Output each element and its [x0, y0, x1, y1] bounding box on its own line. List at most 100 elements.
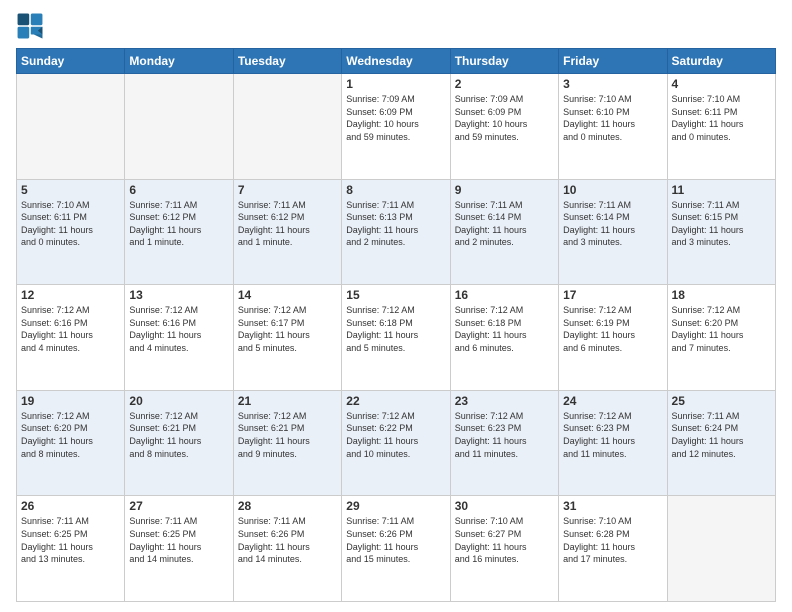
day-number: 27 — [129, 499, 228, 513]
day-number: 14 — [238, 288, 337, 302]
day-number: 25 — [672, 394, 771, 408]
weekday-header-tuesday: Tuesday — [233, 49, 341, 74]
day-number: 21 — [238, 394, 337, 408]
day-info: Sunrise: 7:12 AMSunset: 6:21 PMDaylight:… — [238, 410, 337, 460]
day-number: 28 — [238, 499, 337, 513]
day-number: 17 — [563, 288, 662, 302]
day-number: 12 — [21, 288, 120, 302]
weekday-header-saturday: Saturday — [667, 49, 775, 74]
calendar-cell: 27Sunrise: 7:11 AMSunset: 6:25 PMDayligh… — [125, 496, 233, 602]
day-info: Sunrise: 7:11 AMSunset: 6:14 PMDaylight:… — [455, 199, 554, 249]
day-number: 29 — [346, 499, 445, 513]
calendar-table: SundayMondayTuesdayWednesdayThursdayFrid… — [16, 48, 776, 602]
weekday-header-friday: Friday — [559, 49, 667, 74]
calendar-cell: 8Sunrise: 7:11 AMSunset: 6:13 PMDaylight… — [342, 179, 450, 285]
day-number: 4 — [672, 77, 771, 91]
day-info: Sunrise: 7:12 AMSunset: 6:22 PMDaylight:… — [346, 410, 445, 460]
weekday-header-sunday: Sunday — [17, 49, 125, 74]
calendar-cell: 3 Sunrise: 7:10 AMSunset: 6:10 PMDaylight… — [559, 74, 667, 180]
calendar-cell: 17 Sunrise: 7:12 AMSunset: 6:19 PMDayligh… — [559, 285, 667, 391]
weekday-header-row: SundayMondayTuesdayWednesdayThursdayFrid… — [17, 49, 776, 74]
day-number: 13 — [129, 288, 228, 302]
day-info: Sunrise: 7:12 AMSunset: 6:20 PMDaylight:… — [672, 304, 771, 354]
calendar-row-1: 5 Sunrise: 7:10 AMSunset: 6:11 PMDaylight… — [17, 179, 776, 285]
weekday-header-thursday: Thursday — [450, 49, 558, 74]
calendar-cell: 29 Sunrise: 7:11 AMSunset: 6:26 PMDayligh… — [342, 496, 450, 602]
calendar-cell: 10 Sunrise: 7:11 AMSunset: 6:14 PMDayligh… — [559, 179, 667, 285]
calendar-cell — [125, 74, 233, 180]
calendar-cell: 25 Sunrise: 7:11 AMSunset: 6:24 PMDayligh… — [667, 390, 775, 496]
calendar-row-3: 19Sunrise: 7:12 AMSunset: 6:20 PMDayligh… — [17, 390, 776, 496]
day-number: 22 — [346, 394, 445, 408]
day-info: Sunrise: 7:12 AMSunset: 6:17 PMDaylight:… — [238, 304, 337, 354]
day-number: 6 — [129, 183, 228, 197]
day-info: Sunrise: 7:11 AMSunset: 6:15 PMDaylight:… — [672, 199, 771, 249]
calendar-cell: 31 Sunrise: 7:10 AMSunset: 6:28 PMDayligh… — [559, 496, 667, 602]
day-info: Sunrise: 7:11 AMSunset: 6:12 PMDaylight:… — [129, 199, 228, 249]
day-number: 23 — [455, 394, 554, 408]
calendar-cell: 6 Sunrise: 7:11 AMSunset: 6:12 PMDaylight… — [125, 179, 233, 285]
calendar-cell: 22 Sunrise: 7:12 AMSunset: 6:22 PMDayligh… — [342, 390, 450, 496]
calendar-cell — [233, 74, 341, 180]
calendar-cell: 16Sunrise: 7:12 AMSunset: 6:18 PMDayligh… — [450, 285, 558, 391]
day-info: Sunrise: 7:11 AMSunset: 6:12 PMDaylight:… — [238, 199, 337, 249]
day-number: 18 — [672, 288, 771, 302]
day-info: Sunrise: 7:11 AMSunset: 6:14 PMDaylight:… — [563, 199, 662, 249]
calendar-cell — [17, 74, 125, 180]
day-info: Sunrise: 7:11 AMSunset: 6:24 PMDaylight:… — [672, 410, 771, 460]
day-info: Sunrise: 7:12 AMSunset: 6:18 PMDaylight:… — [346, 304, 445, 354]
calendar-cell: 1Sunrise: 7:09 AMSunset: 6:09 PMDaylight… — [342, 74, 450, 180]
day-number: 11 — [672, 183, 771, 197]
weekday-header-monday: Monday — [125, 49, 233, 74]
page: SundayMondayTuesdayWednesdayThursdayFrid… — [0, 0, 792, 612]
day-number: 3 — [563, 77, 662, 91]
day-info: Sunrise: 7:10 AMSunset: 6:28 PMDaylight:… — [563, 515, 662, 565]
day-info: Sunrise: 7:09 AMSunset: 6:09 PMDaylight:… — [455, 93, 554, 143]
calendar-cell: 2 Sunrise: 7:09 AMSunset: 6:09 PMDaylight… — [450, 74, 558, 180]
calendar-row-4: 26 Sunrise: 7:11 AMSunset: 6:25 PMDayligh… — [17, 496, 776, 602]
day-info: Sunrise: 7:11 AMSunset: 6:25 PMDaylight:… — [21, 515, 120, 565]
calendar-cell: 4Sunrise: 7:10 AMSunset: 6:11 PMDaylight… — [667, 74, 775, 180]
day-number: 5 — [21, 183, 120, 197]
day-number: 16 — [455, 288, 554, 302]
day-number: 31 — [563, 499, 662, 513]
weekday-header-wednesday: Wednesday — [342, 49, 450, 74]
calendar-cell: 18 Sunrise: 7:12 AMSunset: 6:20 PMDayligh… — [667, 285, 775, 391]
calendar-cell: 21 Sunrise: 7:12 AMSunset: 6:21 PMDayligh… — [233, 390, 341, 496]
logo — [16, 12, 48, 40]
header — [16, 12, 776, 40]
day-info: Sunrise: 7:12 AMSunset: 6:21 PMDaylight:… — [129, 410, 228, 460]
day-info: Sunrise: 7:12 AMSunset: 6:19 PMDaylight:… — [563, 304, 662, 354]
day-number: 2 — [455, 77, 554, 91]
day-info: Sunrise: 7:12 AMSunset: 6:16 PMDaylight:… — [21, 304, 120, 354]
calendar-cell: 14 Sunrise: 7:12 AMSunset: 6:17 PMDayligh… — [233, 285, 341, 391]
day-number: 1 — [346, 77, 445, 91]
day-number: 24 — [563, 394, 662, 408]
calendar-cell: 11 Sunrise: 7:11 AMSunset: 6:15 PMDayligh… — [667, 179, 775, 285]
logo-icon — [16, 12, 44, 40]
day-info: Sunrise: 7:10 AMSunset: 6:11 PMDaylight:… — [21, 199, 120, 249]
day-number: 10 — [563, 183, 662, 197]
calendar-cell: 30 Sunrise: 7:10 AMSunset: 6:27 PMDayligh… — [450, 496, 558, 602]
calendar-row-2: 12 Sunrise: 7:12 AMSunset: 6:16 PMDayligh… — [17, 285, 776, 391]
calendar-cell — [667, 496, 775, 602]
day-number: 30 — [455, 499, 554, 513]
calendar-cell: 20Sunrise: 7:12 AMSunset: 6:21 PMDayligh… — [125, 390, 233, 496]
calendar-cell: 13 Sunrise: 7:12 AMSunset: 6:16 PMDayligh… — [125, 285, 233, 391]
day-info: Sunrise: 7:12 AMSunset: 6:23 PMDaylight:… — [455, 410, 554, 460]
day-info: Sunrise: 7:12 AMSunset: 6:16 PMDaylight:… — [129, 304, 228, 354]
calendar-cell: 7Sunrise: 7:11 AMSunset: 6:12 PMDaylight… — [233, 179, 341, 285]
day-info: Sunrise: 7:12 AMSunset: 6:23 PMDaylight:… — [563, 410, 662, 460]
calendar-cell: 28Sunrise: 7:11 AMSunset: 6:26 PMDayligh… — [233, 496, 341, 602]
day-info: Sunrise: 7:10 AMSunset: 6:10 PMDaylight:… — [563, 93, 662, 143]
calendar-cell: 26 Sunrise: 7:11 AMSunset: 6:25 PMDayligh… — [17, 496, 125, 602]
day-info: Sunrise: 7:10 AMSunset: 6:27 PMDaylight:… — [455, 515, 554, 565]
day-number: 26 — [21, 499, 120, 513]
day-number: 8 — [346, 183, 445, 197]
day-info: Sunrise: 7:12 AMSunset: 6:20 PMDaylight:… — [21, 410, 120, 460]
calendar-cell: 9Sunrise: 7:11 AMSunset: 6:14 PMDaylight… — [450, 179, 558, 285]
calendar-row-0: 1 Sunrise: 7:09 AMSunset: 6:09 PMDaylight… — [17, 74, 776, 180]
calendar-cell: 19Sunrise: 7:12 AMSunset: 6:20 PMDayligh… — [17, 390, 125, 496]
day-number: 15 — [346, 288, 445, 302]
day-info: Sunrise: 7:11 AMSunset: 6:26 PMDaylight:… — [346, 515, 445, 565]
